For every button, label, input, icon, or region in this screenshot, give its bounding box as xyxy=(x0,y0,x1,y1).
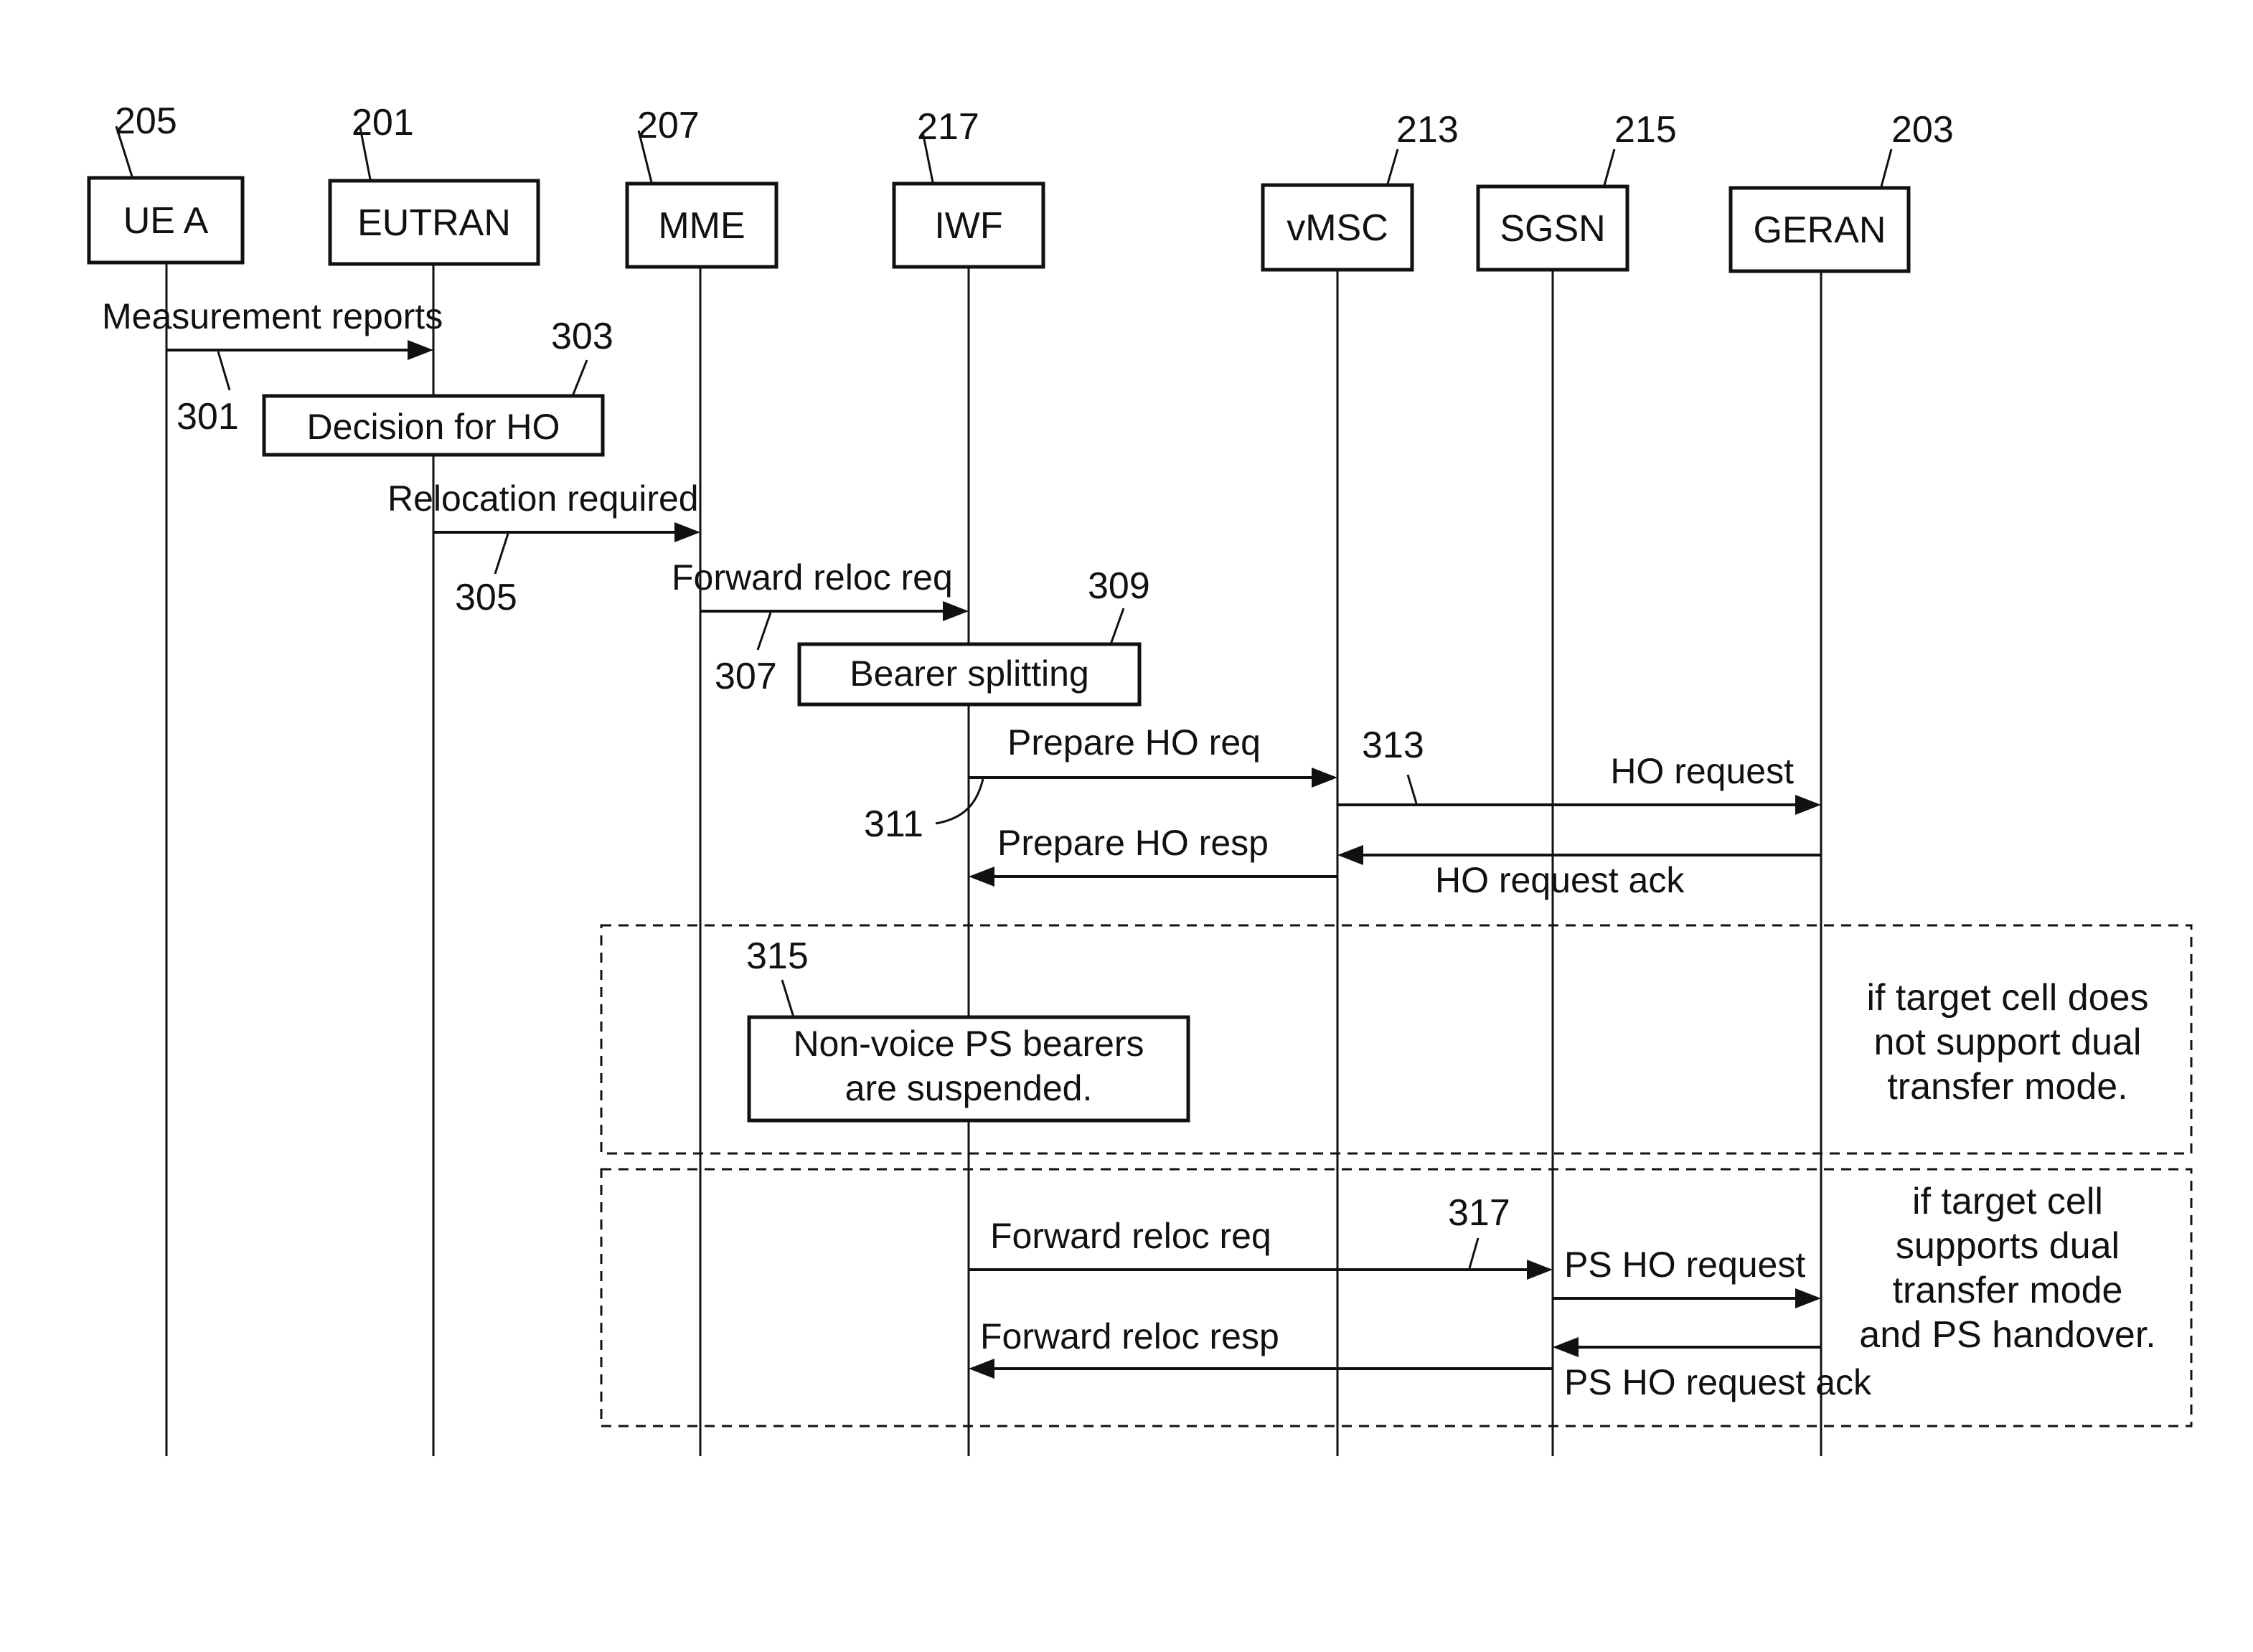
reference-number: 201 xyxy=(352,102,414,143)
condition-label: supports dual xyxy=(1896,1225,2120,1267)
reference-number: 303 xyxy=(551,316,613,357)
arrowhead-icon xyxy=(1553,1337,1579,1357)
message-reference: 301 xyxy=(177,351,239,438)
reference-number: 317 xyxy=(1448,1192,1510,1234)
action-label: Decision for HO xyxy=(307,407,560,447)
reference-number: 305 xyxy=(455,577,517,618)
arrowhead-icon xyxy=(969,867,994,887)
message-label: HO request xyxy=(1610,751,1794,791)
arrowhead-icon xyxy=(1795,795,1821,815)
arrowhead-icon xyxy=(1312,768,1337,788)
leader-line xyxy=(217,351,231,391)
reference-number: 213 xyxy=(1396,109,1459,151)
leader-line xyxy=(1880,148,1893,187)
message-label: Relocation required xyxy=(387,478,699,519)
leader-line xyxy=(1603,148,1616,186)
entity-vmsc: vMSC 213 xyxy=(1261,109,1459,272)
arrowhead-icon xyxy=(408,340,433,360)
reference-number: 313 xyxy=(1362,724,1424,766)
reference-number: 315 xyxy=(746,935,809,977)
message-label: Prepare HO req xyxy=(1007,722,1261,763)
entity-geran: GERAN 203 xyxy=(1728,109,1954,273)
action-label: Non-voice PS bearers xyxy=(793,1024,1144,1064)
reference-number: 311 xyxy=(864,803,923,845)
arrowhead-icon xyxy=(1795,1288,1821,1308)
message-reference: 317 xyxy=(1448,1192,1510,1269)
leader-line xyxy=(1406,774,1418,804)
message-arrow: Prepare HO resp xyxy=(969,823,1337,887)
entity-label: EUTRAN xyxy=(357,202,511,244)
sequence-diagram: UE A 205 EUTRAN 201 MME 207 IWF 217 vMSC 213 SGSN 2… xyxy=(87,100,2193,1456)
message-label: Forward reloc req xyxy=(672,557,953,598)
message-arrow: PS HO request ack xyxy=(1553,1337,1872,1402)
condition-label: if target cell xyxy=(1912,1181,2103,1222)
action-box: Decision for HO 303 xyxy=(262,316,613,457)
entity-label: vMSC xyxy=(1287,207,1388,249)
action-label: are suspended. xyxy=(845,1068,1093,1108)
leader-line xyxy=(756,612,772,651)
message-label: PS HO request ack xyxy=(1564,1362,1872,1402)
message-label: PS HO request xyxy=(1564,1245,1805,1285)
entity-sgsn: SGSN 215 xyxy=(1476,109,1677,272)
message-reference: 307 xyxy=(715,612,777,697)
leader-line xyxy=(494,533,509,575)
entity-iwf: IWF 217 xyxy=(892,106,1045,269)
leader-line xyxy=(935,778,984,825)
message-label: Measurement reports xyxy=(102,296,443,336)
condition-label: not support dual xyxy=(1874,1021,2142,1063)
entity-label: MME xyxy=(658,205,745,247)
arrowhead-icon xyxy=(1527,1260,1553,1280)
message-label: Forward reloc resp xyxy=(980,1316,1279,1356)
condition-label: transfer mode. xyxy=(1887,1066,2127,1108)
leader-line xyxy=(781,979,795,1018)
action-label: Bearer splitting xyxy=(850,653,1089,694)
condition-label: and PS handover. xyxy=(1859,1314,2155,1356)
reference-number: 207 xyxy=(637,105,700,146)
leader-line xyxy=(1468,1237,1480,1269)
action-box: Non-voice PS bearersare suspended. 315 xyxy=(746,935,1190,1123)
reference-number: 301 xyxy=(177,396,239,438)
arrowhead-icon xyxy=(674,522,700,542)
leader-line xyxy=(571,359,588,397)
reference-number: 309 xyxy=(1088,565,1150,607)
condition-frame: if target cellsupports dualtransfer mode… xyxy=(600,1168,2193,1427)
message-label: Forward reloc req xyxy=(990,1216,1271,1256)
message-arrow: Prepare HO req xyxy=(969,722,1337,788)
arrowhead-icon xyxy=(1337,845,1363,865)
reference-number: 205 xyxy=(115,100,177,142)
reference-number: 217 xyxy=(917,106,979,148)
message-label: HO request ack xyxy=(1435,860,1685,900)
entity-label: UE A xyxy=(123,200,209,242)
arrowhead-icon xyxy=(943,601,969,621)
message-arrow: Measurement reports xyxy=(102,296,443,360)
reference-number: 307 xyxy=(715,656,777,697)
message-arrow: Relocation required xyxy=(387,478,700,542)
message-label: Prepare HO resp xyxy=(997,823,1269,863)
message-arrow: Forward reloc req xyxy=(672,557,969,621)
entity-label: IWF xyxy=(934,205,1002,247)
message-reference: 313 xyxy=(1362,724,1424,804)
reference-number: 203 xyxy=(1891,109,1954,151)
entity-ue: UE A 205 xyxy=(87,100,245,265)
message-reference: 311 xyxy=(864,778,984,845)
entity-eutran: EUTRAN 201 xyxy=(328,102,540,266)
message-arrow: Forward reloc resp xyxy=(969,1316,1553,1379)
arrowhead-icon xyxy=(969,1359,994,1379)
message-arrow: PS HO request xyxy=(1553,1245,1821,1308)
leader-line xyxy=(1109,608,1125,645)
condition-label: transfer mode xyxy=(1893,1270,2123,1311)
leader-line xyxy=(1386,148,1399,184)
message-reference: 305 xyxy=(455,533,517,618)
reference-number: 215 xyxy=(1614,109,1677,151)
entity-label: SGSN xyxy=(1500,208,1605,250)
entity-label: GERAN xyxy=(1754,209,1886,251)
condition-label: if target cell does xyxy=(1866,977,2148,1019)
message-arrow: HO request ack xyxy=(1337,845,1821,900)
entity-mme: MME 207 xyxy=(625,105,779,269)
